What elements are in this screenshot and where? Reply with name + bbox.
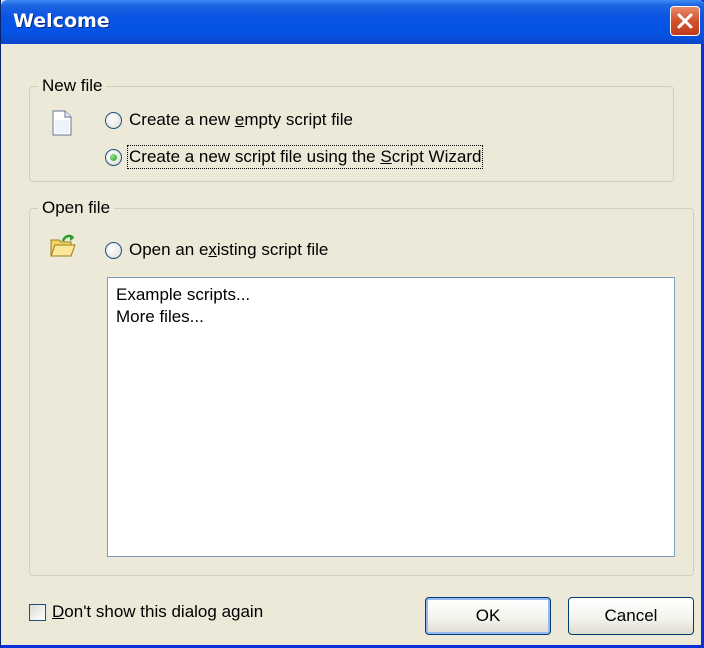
list-item[interactable]: Example scripts... xyxy=(116,284,666,306)
open-file-legend: Open file xyxy=(38,197,115,219)
radio-new-empty-label: Create a new empty script file xyxy=(129,110,353,129)
dialog-title: Welcome xyxy=(13,10,110,32)
radio-new-empty[interactable] xyxy=(105,111,122,129)
radio-open-existing[interactable] xyxy=(105,241,122,259)
radio-open-existing-label: Open an existing script file xyxy=(129,240,329,259)
close-button[interactable] xyxy=(670,6,700,36)
close-icon xyxy=(677,13,693,29)
radio-new-empty-row[interactable]: Create a new empty script file xyxy=(105,108,353,132)
radio-new-wizard-label: Create a new script file using the Scrip… xyxy=(126,145,484,169)
title-bar[interactable]: Welcome xyxy=(1,0,704,44)
dont-show-row[interactable]: Don't show this dialog again xyxy=(29,600,263,624)
cancel-button-label: Cancel xyxy=(604,606,658,625)
radio-open-existing-row[interactable]: Open an existing script file xyxy=(105,238,328,262)
welcome-dialog: Welcome New file Create a new empty scri… xyxy=(0,0,704,648)
dont-show-label: Don't show this dialog again xyxy=(52,602,264,621)
ok-button-label: OK xyxy=(475,606,501,625)
new-file-legend: New file xyxy=(38,75,107,97)
open-folder-icon xyxy=(50,234,76,257)
list-item[interactable]: More files... xyxy=(116,306,666,328)
radio-new-wizard[interactable] xyxy=(105,148,122,166)
radio-new-wizard-row[interactable]: Create a new script file using the Scrip… xyxy=(105,145,484,169)
cancel-button[interactable]: Cancel xyxy=(568,597,694,635)
recent-files-list[interactable]: Example scripts... More files... xyxy=(107,277,675,557)
document-icon xyxy=(52,110,72,136)
dont-show-checkbox[interactable] xyxy=(29,603,46,621)
ok-button[interactable]: OK xyxy=(425,597,551,635)
